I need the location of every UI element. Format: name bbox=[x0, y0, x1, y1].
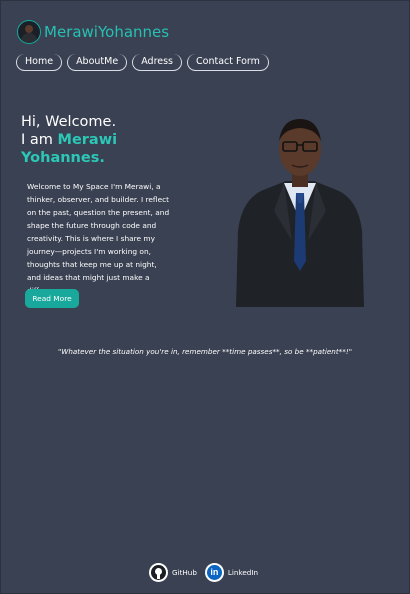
hero-greeting: Hi, Welcome. I am Merawi Yohannes. bbox=[21, 113, 117, 167]
profile-photo bbox=[236, 119, 364, 307]
github-link[interactable]: GitHub bbox=[149, 563, 197, 582]
footer: GitHub in LinkedIn bbox=[149, 563, 266, 582]
nav-aboutme[interactable]: AboutMe bbox=[67, 54, 128, 71]
greeting-line2: I am Merawi bbox=[21, 131, 117, 149]
avatar bbox=[17, 20, 41, 44]
intro-text: Welcome to My Space I'm Merawi, a thinke… bbox=[27, 182, 170, 295]
greeting-name-last: Yohannes. bbox=[21, 150, 105, 166]
greeting-name-first: Merawi bbox=[57, 132, 118, 148]
brand-name[interactable]: MerawiYohannes bbox=[44, 23, 169, 41]
nav-bar: Home AboutMe Adress Contact Form bbox=[16, 54, 274, 71]
greeting-prefix: I am bbox=[21, 132, 58, 148]
linkedin-label: LinkedIn bbox=[227, 568, 259, 577]
github-icon bbox=[149, 563, 168, 582]
greeting-line1: Hi, Welcome. bbox=[21, 114, 117, 130]
nav-address[interactable]: Adress bbox=[132, 54, 183, 71]
brand[interactable]: MerawiYohannes bbox=[17, 20, 169, 44]
nav-contact-form[interactable]: Contact Form bbox=[187, 54, 269, 71]
linkedin-icon: in bbox=[204, 563, 224, 582]
github-label: GitHub bbox=[172, 568, 197, 577]
nav-home[interactable]: Home bbox=[16, 54, 63, 71]
linkedin-link[interactable]: in LinkedIn bbox=[204, 563, 259, 582]
read-more-button[interactable]: Read More bbox=[25, 289, 79, 308]
quote-text: "Whatever the situation you're in, remem… bbox=[57, 347, 353, 356]
